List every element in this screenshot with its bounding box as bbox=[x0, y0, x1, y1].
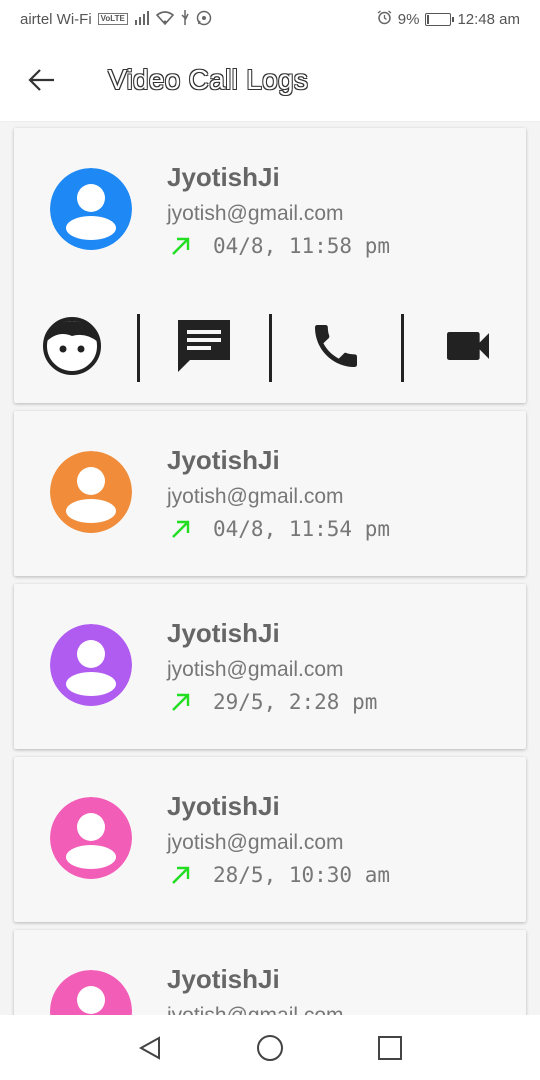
page-title: Video Call Logs bbox=[108, 63, 309, 95]
back-triangle-icon bbox=[138, 1035, 160, 1060]
carrier-label: airtel Wi-Fi bbox=[20, 10, 92, 28]
voice-call-button[interactable] bbox=[304, 316, 368, 380]
call-log-summary[interactable]: JyotishJi jyotish@gmail.com 29/5, 2:28 pm bbox=[14, 584, 526, 749]
arrow-back-icon bbox=[28, 68, 54, 91]
outgoing-call-icon bbox=[169, 690, 193, 714]
nav-recents-button[interactable] bbox=[372, 1030, 408, 1066]
call-log-summary[interactable]: JyotishJi jyotish@gmail.com 28/5, 10:30 am bbox=[14, 757, 526, 922]
call-log-list[interactable]: JyotishJi jyotish@gmail.com 04/8, 11:58 pm… bbox=[0, 122, 540, 1015]
status-right: 9% 12:48 am bbox=[377, 10, 520, 28]
recents-square-icon bbox=[378, 1035, 402, 1060]
status-bar: airtel Wi-Fi VoLTE 9% 12:48 am bbox=[0, 0, 540, 38]
home-circle-icon bbox=[257, 1034, 283, 1061]
outgoing-call-icon bbox=[169, 863, 193, 887]
video-call-button[interactable] bbox=[436, 316, 500, 380]
call-log-card[interactable]: JyotishJi jyotish@gmail.com bbox=[14, 930, 526, 1015]
battery-icon bbox=[425, 12, 455, 26]
whatsapp-icon bbox=[196, 10, 212, 29]
phone-icon bbox=[308, 318, 364, 379]
message-button[interactable] bbox=[172, 316, 236, 380]
contact-email: jyotish@gmail.com bbox=[167, 202, 344, 225]
call-actions-row bbox=[14, 293, 526, 403]
alarm-icon bbox=[377, 10, 392, 28]
outgoing-call-icon bbox=[169, 234, 193, 258]
call-time: 29/5, 2:28 pm bbox=[213, 690, 378, 714]
avatar-icon bbox=[50, 451, 132, 533]
system-nav-bar bbox=[0, 1015, 540, 1080]
avatar-icon bbox=[50, 797, 132, 879]
call-time: 28/5, 10:30 am bbox=[213, 863, 391, 887]
contact-email: jyotish@gmail.com bbox=[167, 658, 344, 681]
call-log-card[interactable]: JyotishJi jyotish@gmail.com 04/8, 11:58 pm bbox=[14, 128, 526, 403]
contact-name: JyotishJi bbox=[167, 445, 280, 475]
action-divider bbox=[268, 314, 272, 382]
nav-back-button[interactable] bbox=[132, 1030, 168, 1066]
call-time-row: 04/8, 11:54 pm bbox=[169, 517, 390, 541]
message-icon bbox=[174, 316, 234, 381]
contact-email: jyotish@gmail.com bbox=[167, 485, 344, 508]
profile-button[interactable] bbox=[40, 316, 104, 380]
contact-name: JyotishJi bbox=[167, 162, 280, 192]
call-time-row: 04/8, 11:58 pm bbox=[169, 234, 390, 258]
status-left: airtel Wi-Fi VoLTE bbox=[20, 10, 212, 29]
call-time: 04/8, 11:58 pm bbox=[213, 234, 391, 258]
volte-badge: VoLTE bbox=[97, 13, 128, 25]
app-bar: Video Call Logs bbox=[0, 38, 540, 122]
call-log-card[interactable]: JyotishJi jyotish@gmail.com 29/5, 2:28 pm bbox=[14, 584, 526, 749]
nav-home-button[interactable] bbox=[252, 1030, 288, 1066]
call-time-row: 28/5, 10:30 am bbox=[169, 863, 390, 887]
avatar-icon bbox=[50, 624, 132, 706]
call-log-card[interactable]: JyotishJi jyotish@gmail.com 04/8, 11:54 pm bbox=[14, 411, 526, 576]
status-time: 12:48 am bbox=[457, 10, 520, 28]
action-divider bbox=[136, 314, 140, 382]
wifi-icon bbox=[155, 10, 175, 28]
avatar-icon bbox=[50, 168, 132, 250]
videocam-icon bbox=[440, 318, 496, 379]
back-button[interactable] bbox=[12, 50, 72, 110]
signal-icon bbox=[134, 10, 150, 28]
call-time: 04/8, 11:54 pm bbox=[213, 517, 391, 541]
call-log-summary[interactable]: JyotishJi jyotish@gmail.com 04/8, 11:58 pm bbox=[14, 128, 526, 293]
profile-face-icon bbox=[42, 316, 102, 381]
contact-email: jyotish@gmail.com bbox=[167, 1004, 344, 1015]
battery-percent: 9% bbox=[397, 10, 420, 28]
action-divider bbox=[400, 314, 404, 382]
usb-icon bbox=[180, 10, 190, 28]
outgoing-call-icon bbox=[169, 517, 193, 541]
call-log-summary[interactable]: JyotishJi jyotish@gmail.com 04/8, 11:54 pm bbox=[14, 411, 526, 576]
contact-email: jyotish@gmail.com bbox=[167, 831, 344, 854]
contact-name: JyotishJi bbox=[167, 964, 280, 994]
contact-name: JyotishJi bbox=[167, 791, 280, 821]
call-time-row: 29/5, 2:28 pm bbox=[169, 690, 377, 714]
contact-name: JyotishJi bbox=[167, 618, 280, 648]
avatar-icon bbox=[50, 970, 132, 1015]
call-log-card[interactable]: JyotishJi jyotish@gmail.com 28/5, 10:30 am bbox=[14, 757, 526, 922]
call-log-summary[interactable]: JyotishJi jyotish@gmail.com bbox=[14, 930, 526, 1015]
